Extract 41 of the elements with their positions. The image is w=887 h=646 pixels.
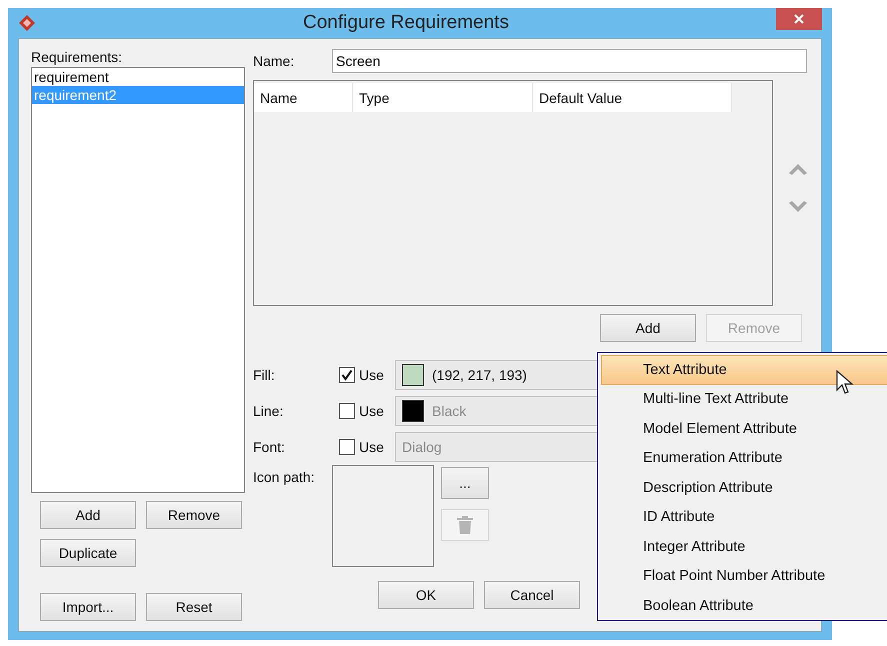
use-label: Use [359,439,385,455]
use-checkbox[interactable] [339,439,355,455]
menu-item[interactable]: Integer Attribute [601,532,887,562]
style-label: Fill: [253,367,276,383]
menu-item[interactable]: Boolean Attribute [601,591,887,620]
menu-item[interactable]: ID Attribute [601,502,887,532]
close-icon [794,14,804,24]
style-value: (192, 217, 193) [432,367,527,383]
list-button[interactable]: Duplicate [40,539,136,567]
table-button[interactable]: Add [600,314,696,342]
style-label: Font: [253,439,286,455]
style-value: Dialog [402,439,442,455]
dialog-button[interactable]: OK [378,581,474,609]
menu-item[interactable]: Description Attribute [601,473,887,502]
app-logo-icon [18,14,36,32]
use-label: Use [359,367,385,383]
icon-path-label: Icon path: [253,468,316,487]
use-label: Use [359,403,385,419]
column-header[interactable]: Default Value [533,83,732,112]
list-button[interactable]: Add [40,501,136,529]
trash-icon [456,515,474,535]
style-value: Black [432,403,466,419]
browse-button[interactable]: ... [441,467,489,499]
dialog-button[interactable]: Cancel [484,581,580,609]
mouse-pointer-icon [836,370,854,396]
list-item[interactable]: requirement [32,68,244,86]
use-checkbox[interactable] [339,367,355,383]
style-label: Line: [253,403,284,419]
column-header[interactable]: Type [353,83,533,112]
menu-item[interactable]: Float Point Number Attribute [601,562,887,591]
column-header[interactable]: Name [254,83,353,112]
list-button[interactable]: Reset [146,593,242,621]
window-title: Configure Requirements [302,12,510,34]
close-button[interactable] [776,8,822,30]
requirements-label: Requirements: [31,49,124,65]
use-checkbox[interactable] [339,403,355,419]
list-button[interactable]: Remove [146,501,242,529]
name-field[interactable]: Screen [332,49,807,73]
name-label: Name: [253,53,296,69]
menu-item[interactable]: Text Attribute [601,355,887,384]
list-button[interactable]: Import... [40,593,136,621]
